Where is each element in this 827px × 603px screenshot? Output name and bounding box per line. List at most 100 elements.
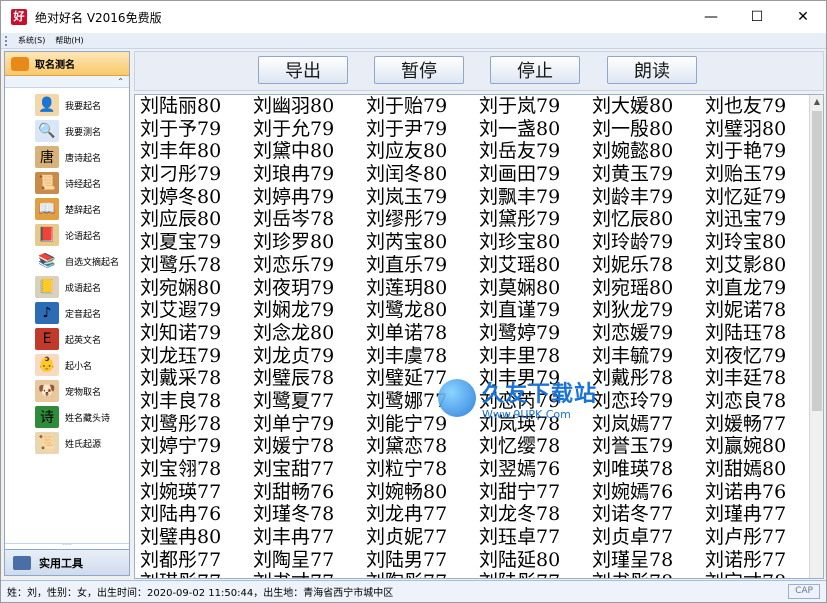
name-cell[interactable]: 刘一盏80 xyxy=(479,118,592,141)
name-cell[interactable]: 刘艾遐79 xyxy=(140,299,253,322)
name-cell[interactable]: 刘夏宝79 xyxy=(140,231,253,254)
name-cell[interactable]: 刘陆彤77 xyxy=(479,571,592,578)
name-cell[interactable]: 刘艾瑶80 xyxy=(479,254,592,277)
name-cell[interactable]: 刘翌嫣76 xyxy=(479,458,592,481)
name-cell[interactable]: 刘媛宁78 xyxy=(253,435,366,458)
name-cell[interactable]: 刘娴龙79 xyxy=(253,299,366,322)
name-cell[interactable]: 刘艾影80 xyxy=(705,254,818,277)
name-cell[interactable]: 刘闰冬80 xyxy=(366,163,479,186)
name-cell[interactable]: 刘于贻79 xyxy=(366,95,479,118)
name-cell[interactable]: 刘幽羽80 xyxy=(253,95,366,118)
name-cell[interactable]: 刘鹭婷79 xyxy=(479,322,592,345)
name-cell[interactable]: 刘卢彤77 xyxy=(705,526,818,549)
name-cell[interactable]: 刘玲宝80 xyxy=(705,231,818,254)
name-cell[interactable]: 刘黛恋78 xyxy=(366,435,479,458)
name-cell[interactable]: 刘陆延80 xyxy=(479,549,592,572)
name-cell[interactable]: 刘于允79 xyxy=(253,118,366,141)
sidebar-item[interactable]: 📚 自选文摘起名 xyxy=(5,248,129,274)
name-cell[interactable]: 刘陆丽80 xyxy=(140,95,253,118)
sidebar-item[interactable]: 🐶 宠物取名 xyxy=(5,378,129,404)
name-cell[interactable]: 刘贞妮77 xyxy=(366,526,479,549)
name-cell[interactable]: 刘一殷80 xyxy=(592,118,705,141)
name-cell[interactable]: 刘莲玥80 xyxy=(366,277,479,300)
name-cell[interactable]: 刘陶彤77 xyxy=(366,571,479,578)
name-cell[interactable]: 刘玲龄79 xyxy=(592,231,705,254)
name-cell[interactable]: 刘诺冬77 xyxy=(592,503,705,526)
name-cell[interactable]: 刘黛彤79 xyxy=(479,208,592,231)
name-cell[interactable]: 刘陶呈77 xyxy=(253,549,366,572)
sidebar-item[interactable]: 📒 成语起名 xyxy=(5,274,129,300)
sidebar-item[interactable]: 唐唐诗起名 xyxy=(5,144,129,170)
name-cell[interactable]: 刘丰年80 xyxy=(140,140,253,163)
name-cell[interactable]: 刘粒宁78 xyxy=(366,458,479,481)
sidebar-item[interactable]: E 起英文名 xyxy=(5,326,129,352)
name-cell[interactable]: 刘璧辰78 xyxy=(253,367,366,390)
name-cell[interactable]: 刘龙贞79 xyxy=(253,345,366,368)
name-cell[interactable]: 刘飘丰79 xyxy=(479,186,592,209)
name-cell[interactable]: 刘瑾冬78 xyxy=(253,503,366,526)
sidebar-item[interactable]: 📜 诗经起名 xyxy=(5,170,129,196)
name-cell[interactable]: 刘恋乐79 xyxy=(253,254,366,277)
name-cell[interactable]: 刘恋媛79 xyxy=(592,322,705,345)
name-cell[interactable]: 刘婉畅80 xyxy=(366,481,479,504)
name-cell[interactable]: 刘妮乐78 xyxy=(592,254,705,277)
name-cell[interactable]: 刘宝甜77 xyxy=(253,458,366,481)
name-cell[interactable]: 刘婷冉79 xyxy=(253,186,366,209)
name-cell[interactable]: 刘宛瑶80 xyxy=(592,277,705,300)
name-cell[interactable]: 刘书寸77 xyxy=(253,571,366,578)
name-cell[interactable]: 刘贞卓77 xyxy=(592,526,705,549)
name-cell[interactable]: 刘陆珏78 xyxy=(705,322,818,345)
name-cell[interactable]: 刘狄龙79 xyxy=(592,299,705,322)
name-cell[interactable]: 刘珍宝80 xyxy=(479,231,592,254)
name-cell[interactable]: 刘丰良78 xyxy=(140,390,253,413)
name-cell[interactable]: 刘琪彤77 xyxy=(140,571,253,578)
name-cell[interactable]: 刘黛中80 xyxy=(253,140,366,163)
name-cell[interactable]: 刘宝寸78 xyxy=(705,571,818,578)
stop-button[interactable]: 停止 xyxy=(490,56,580,84)
name-cell[interactable]: 刘夜忆79 xyxy=(705,345,818,368)
name-cell[interactable]: 刘龙冬78 xyxy=(479,503,592,526)
name-cell[interactable]: 刘知诺79 xyxy=(140,322,253,345)
scroll-up-icon[interactable]: ▲ xyxy=(810,95,823,109)
sidebar-header-naming[interactable]: 取名测名 xyxy=(5,52,129,76)
name-cell[interactable]: 刘婉嫣76 xyxy=(592,481,705,504)
name-cell[interactable]: 刘璧羽80 xyxy=(705,118,818,141)
name-cell[interactable]: 刘直谨79 xyxy=(479,299,592,322)
name-cell[interactable]: 刘陆男77 xyxy=(366,549,479,572)
sidebar-item[interactable]: 🔍 我要测名 xyxy=(5,118,129,144)
name-cell[interactable]: 刘岚玉79 xyxy=(366,186,479,209)
name-cell[interactable]: 刘鹭夏77 xyxy=(253,390,366,413)
sidebar-item[interactable]: 📜 姓氏起源 xyxy=(5,430,129,456)
name-cell[interactable]: 刘贻玉79 xyxy=(705,163,818,186)
sidebar-item[interactable]: 📖 楚辞起名 xyxy=(5,196,129,222)
name-cell[interactable]: 刘直龙79 xyxy=(705,277,818,300)
name-cell[interactable]: 刘忆延79 xyxy=(705,186,818,209)
name-cell[interactable]: 刘誉玉79 xyxy=(592,435,705,458)
vertical-scrollbar[interactable]: ▲ xyxy=(809,95,823,578)
minimize-button[interactable]: — xyxy=(688,1,734,33)
name-cell[interactable]: 刘单诺78 xyxy=(366,322,479,345)
sidebar-tools-button[interactable]: 实用工具 xyxy=(5,549,129,575)
name-cell[interactable]: 刘婉瑛77 xyxy=(140,481,253,504)
collapse-chevron-icon[interactable]: ⌃ xyxy=(5,76,129,88)
name-cell[interactable]: 刘于予79 xyxy=(140,118,253,141)
name-cell[interactable]: 刘于尹79 xyxy=(366,118,479,141)
maximize-button[interactable]: ☐ xyxy=(734,1,780,33)
name-cell[interactable]: 刘珏卓77 xyxy=(479,526,592,549)
name-cell[interactable]: 刘芮宝80 xyxy=(366,231,479,254)
name-cell[interactable]: 刘都彤77 xyxy=(140,549,253,572)
name-cell[interactable]: 刘赢婉80 xyxy=(705,435,818,458)
name-cell[interactable]: 刘龙冉77 xyxy=(366,503,479,526)
name-cell[interactable]: 刘迅宝79 xyxy=(705,208,818,231)
name-cell[interactable]: 刘缪彤79 xyxy=(366,208,479,231)
name-cell[interactable]: 刘婉懿80 xyxy=(592,140,705,163)
name-cell[interactable]: 刘鹭龙80 xyxy=(366,299,479,322)
name-cell[interactable]: 刘念龙80 xyxy=(253,322,366,345)
name-cell[interactable]: 刘唯瑛78 xyxy=(592,458,705,481)
name-cell[interactable]: 刘画田79 xyxy=(479,163,592,186)
name-cell[interactable]: 刘婷宁79 xyxy=(140,435,253,458)
close-button[interactable]: ✕ xyxy=(780,1,826,33)
name-cell[interactable]: 刘黄玉79 xyxy=(592,163,705,186)
name-cell[interactable]: 刘于艳79 xyxy=(705,140,818,163)
name-cell[interactable]: 刘应友80 xyxy=(366,140,479,163)
